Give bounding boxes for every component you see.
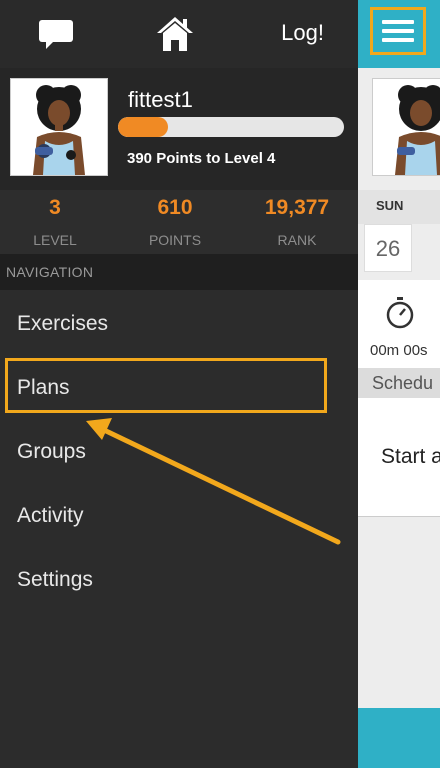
schedule-text: Schedu — [372, 373, 434, 393]
main-footer — [358, 708, 440, 768]
avatar — [10, 78, 108, 176]
stat-label: LEVEL — [33, 232, 77, 248]
stat-value: 19,377 — [264, 196, 330, 219]
main-view-peek: SUN 26 00m 00s Schedu Start a — [358, 0, 440, 768]
nav-item-exercises[interactable]: Exercises — [0, 292, 358, 356]
hamburger-menu-icon[interactable] — [370, 7, 426, 55]
day-label: SUN — [376, 198, 404, 213]
week-day-row: SUN — [358, 190, 440, 224]
day-number[interactable]: 26 — [364, 224, 412, 272]
stat-rank: 19,377 RANK — [237, 190, 357, 248]
nav-item-settings[interactable]: Settings — [0, 548, 358, 612]
stat-value: 3 — [49, 196, 61, 219]
logout-button[interactable]: Log! — [281, 20, 324, 46]
stat-level: 3 LEVEL — [0, 190, 115, 248]
home-icon[interactable] — [150, 10, 200, 58]
chat-bubble-icon[interactable] — [32, 10, 80, 58]
start-text[interactable]: Start a — [381, 445, 440, 469]
stat-value: 610 — [157, 196, 193, 219]
navigation-drawer: Log! fittest1 390 Points to Level 4 3 LE… — [0, 0, 358, 768]
schedule-header: Schedu — [358, 368, 440, 398]
points-to-level-text: 390 Points to Level 4 — [127, 150, 276, 167]
main-avatar — [372, 78, 440, 176]
timer-text: 00m 00s — [370, 342, 428, 359]
timer-row: 00m 00s — [358, 280, 440, 368]
plans-highlight-box — [5, 358, 327, 413]
navigation-header: NAVIGATION — [0, 254, 358, 290]
stat-label: RANK — [277, 232, 317, 248]
drawer-top-bar: Log! — [0, 0, 358, 68]
main-header — [358, 0, 440, 68]
level-progress-fill — [118, 117, 168, 137]
profile-summary: fittest1 390 Points to Level 4 — [0, 68, 358, 190]
username: fittest1 — [128, 87, 193, 112]
stat-points: 610 POINTS — [115, 190, 235, 248]
stats-row: 3 LEVEL 610 POINTS 19,377 RANK — [0, 190, 358, 254]
stat-label: POINTS — [148, 232, 202, 248]
nav-item-groups[interactable]: Groups — [0, 420, 358, 484]
stopwatch-icon — [386, 296, 414, 335]
nav-item-activity[interactable]: Activity — [0, 484, 358, 548]
start-panel: Start a — [358, 398, 440, 517]
level-progress-bar — [118, 117, 344, 137]
